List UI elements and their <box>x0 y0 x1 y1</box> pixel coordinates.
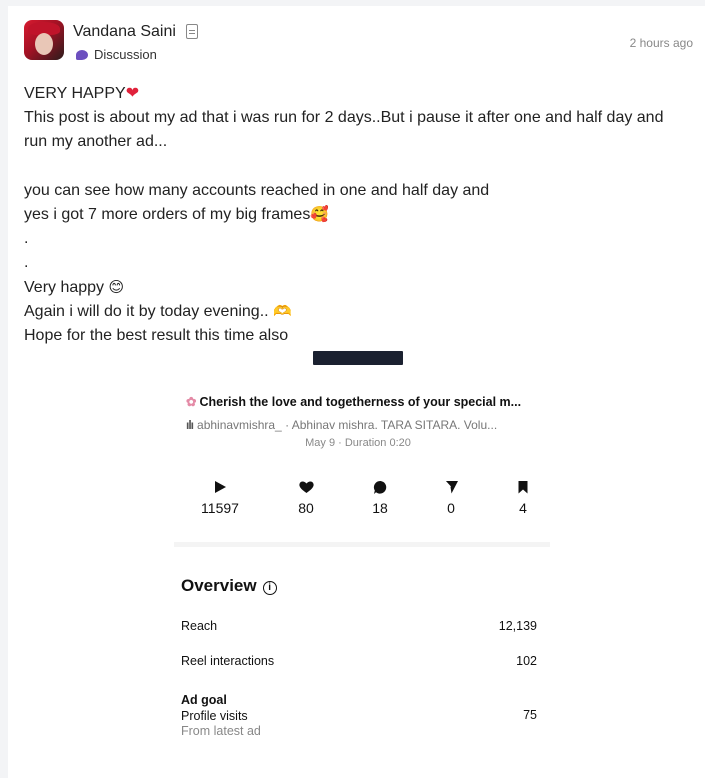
heart-hands-icon: 🫶 <box>273 302 292 320</box>
post-line: run my another ad... <box>24 133 168 151</box>
reach-label: Reach <box>181 619 218 633</box>
info-icon[interactable]: i <box>262 581 277 595</box>
ad-goal-type: Profile visits <box>181 708 248 723</box>
speech-bubble-icon <box>76 50 88 60</box>
category-label: Discussion <box>94 47 157 62</box>
post-header: Vandana Saini Discussion 2 hours ago <box>24 20 693 66</box>
section-divider <box>174 542 550 547</box>
comment-icon <box>350 478 410 496</box>
category-tag[interactable]: Discussion <box>76 47 157 62</box>
ad-goal-note: From latest ad <box>181 724 261 738</box>
reel-title: ✿ Cherish the love and togetherness of yo… <box>186 395 522 409</box>
author-name[interactable]: Vandana Saini <box>73 23 176 41</box>
smiling-face-with-hearts-icon: 🥰 <box>310 205 330 223</box>
interactions-row: Reel interactions 102 <box>181 654 537 668</box>
post-line: Very happy 😊 <box>24 278 125 296</box>
post-line: This post is about my ad that i was run … <box>24 109 664 127</box>
audio-wave-icon: ılı <box>186 418 194 432</box>
reel-audio-line: ılı abhinavmishra_ · Abhinav mishra. TARA… <box>186 418 498 432</box>
avatar[interactable] <box>24 20 64 60</box>
play-icon <box>190 478 250 496</box>
heart-emoji-icon: ❤ <box>125 85 140 102</box>
post-line: you can see how many accounts reached in… <box>24 181 490 199</box>
shares-stat: 0 <box>421 478 481 516</box>
heart-icon <box>276 478 336 496</box>
reel-stats: 11597 80 18 0 4 <box>178 478 548 518</box>
flower-icon: ✿ <box>186 395 197 409</box>
post-line: yes i got 7 more orders of my big frames… <box>24 205 330 223</box>
overview-heading: Overview i <box>181 576 277 596</box>
plays-stat: 11597 <box>190 478 250 516</box>
ad-insights-screenshot[interactable]: ✿ Cherish the love and togetherness of yo… <box>166 382 550 762</box>
ad-goal-value: 75 <box>523 708 537 722</box>
reach-row: Reach 12,139 <box>181 619 537 633</box>
post-line: . <box>24 230 29 248</box>
ad-goal-label: Ad goal <box>181 693 227 707</box>
post-body: VERY HAPPY❤ This post is about my ad tha… <box>24 82 684 348</box>
post-line: VERY HAPPY❤ <box>24 85 140 102</box>
smiling-face-icon: 😊 <box>108 278 125 296</box>
likes-stat: 80 <box>276 478 336 516</box>
reel-date: May 9 · Duration 0:20 <box>305 437 411 449</box>
interactions-label: Reel interactions <box>181 654 275 668</box>
post-line <box>24 155 684 179</box>
post-card: Vandana Saini Discussion 2 hours ago VER… <box>8 6 705 778</box>
post-line: Hope for the best result this time also <box>24 326 289 344</box>
document-icon <box>186 24 198 39</box>
interactions-value: 102 <box>516 654 537 668</box>
saves-stat: 4 <box>493 478 553 516</box>
ad-goal-row: Ad goal Profile visits From latest ad 75 <box>181 693 537 740</box>
bookmark-icon <box>493 478 553 496</box>
send-icon <box>421 478 481 496</box>
comments-stat: 18 <box>350 478 410 516</box>
reach-value: 12,139 <box>498 619 537 633</box>
post-timestamp: 2 hours ago <box>629 36 693 50</box>
post-line: . <box>24 254 29 272</box>
media-image-edge[interactable] <box>313 351 403 365</box>
post-line: Again i will do it by today evening.. 🫶 <box>24 302 292 320</box>
